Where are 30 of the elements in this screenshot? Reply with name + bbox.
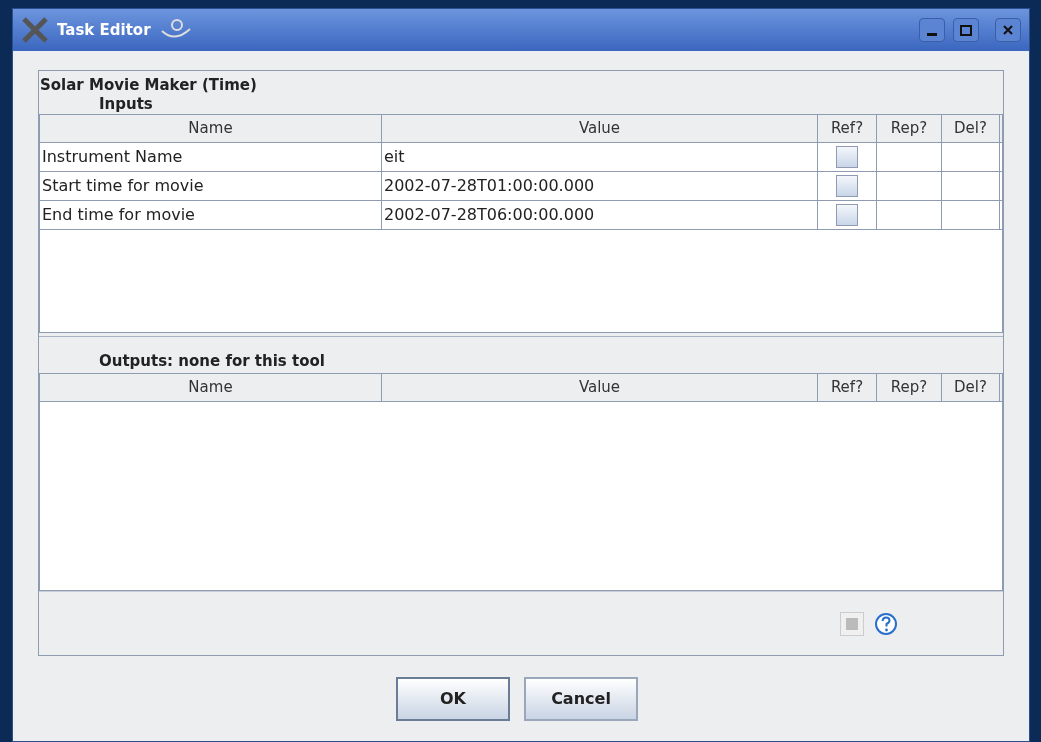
window-title: Task Editor [57, 19, 151, 41]
ref-checkbox[interactable] [836, 204, 858, 226]
tool-title: Solar Movie Maker (Time) [39, 75, 258, 95]
column-header[interactable]: Rep? [877, 374, 942, 401]
column-header[interactable]: Value [382, 374, 818, 401]
x-logo-icon [21, 17, 49, 43]
column-header[interactable]: Name [40, 115, 382, 142]
help-icon[interactable] [874, 611, 898, 636]
column-header[interactable]: Value [382, 115, 818, 142]
column-header[interactable]: Ref? [818, 374, 877, 401]
table-cell: Start time for movie [40, 172, 382, 200]
ref-checkbox[interactable] [836, 146, 858, 168]
table-cell: 2002-07-28T01:00:00.000 [382, 172, 818, 200]
table-cell: eit [382, 143, 818, 171]
column-header[interactable]: Name [40, 374, 382, 401]
table-cell: 2002-07-28T06:00:00.000 [382, 201, 818, 229]
cancel-button[interactable]: Cancel [524, 677, 638, 721]
close-icon [1002, 24, 1014, 36]
table-cell: End time for movie [40, 201, 382, 229]
column-header[interactable]: Del? [942, 374, 1000, 401]
ref-checkbox[interactable] [836, 175, 858, 197]
column-header[interactable]: Del? [942, 115, 1000, 142]
column-header[interactable]: Rep? [877, 115, 942, 142]
table-cell: Instrument Name [40, 143, 382, 171]
maximize-button[interactable] [953, 18, 979, 42]
close-button[interactable] [995, 18, 1021, 42]
ok-button[interactable]: OK [396, 677, 510, 721]
minimize-button[interactable] [919, 18, 945, 42]
column-header[interactable]: Ref? [818, 115, 877, 142]
inputs-label: Inputs [98, 95, 154, 114]
